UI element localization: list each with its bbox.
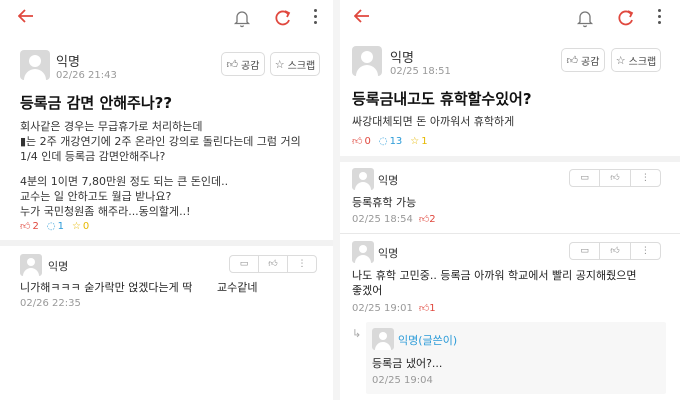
comment-meta: 02/25 18:54 👍︎2 <box>352 213 436 226</box>
comment-text: 등록휴학 가능 <box>352 196 417 209</box>
post-body-line: 회사같은 경우는 무급휴가로 처리하는데 <box>20 120 203 133</box>
comment-bubble-icon: ◌ <box>46 220 56 232</box>
avatar <box>352 168 374 190</box>
comment-actions: ▭ 👍︎ ⋮ <box>569 242 661 260</box>
star-icon: ☆ <box>410 135 420 147</box>
scrap-count: ☆ 1 <box>410 135 428 147</box>
star-icon: ☆ <box>71 220 81 232</box>
thumbs-up-icon: 👍︎ <box>418 214 430 225</box>
comment-count: ◌ 13 <box>378 135 403 147</box>
scrap-button[interactable]: ☆ 스크랩 <box>611 48 661 72</box>
post-title: 등록금 감면 안해주나?? <box>20 94 173 112</box>
top-bar <box>340 0 680 36</box>
comment-time: 02/25 19:01 <box>352 302 413 314</box>
comment-actions: ▭ 👍︎ ⋮ <box>229 255 317 273</box>
refresh-icon[interactable] <box>273 8 293 28</box>
post-time: 02/25 18:51 <box>390 66 451 77</box>
comment-like-count: 👍︎2 <box>418 214 436 225</box>
post-body-line: 1/4 인데 등록금 감면안해주나? <box>20 150 166 163</box>
post-title: 등록금내고도 휴학할수있어? <box>352 90 532 108</box>
right-screen: 익명 02/25 18:51 👍︎ 공감 ☆ 스크랩 등록금내고도 휴학할수있어… <box>340 0 680 400</box>
refresh-icon[interactable] <box>616 8 636 28</box>
comment-author: 익명 <box>378 174 399 187</box>
comment-more-button[interactable]: ⋮ <box>288 256 316 272</box>
empathy-button[interactable]: 👍︎ 공감 <box>221 52 265 76</box>
reply-button[interactable]: ▭ <box>570 170 601 186</box>
post-stats: 👍︎ 2 ◌ 1 ☆ 0 <box>20 220 90 233</box>
like-count: 👍︎ 2 <box>20 220 39 233</box>
left-screen: 익명 02/26 21:43 👍︎ 공감 ☆ 스크랩 등록금 감면 안해주나??… <box>0 0 333 400</box>
post-body-line: 4분의 1이면 7,80만원 정도 되는 큰 돈인데.. <box>20 175 229 188</box>
avatar <box>20 254 42 276</box>
more-vertical-icon[interactable] <box>656 9 662 27</box>
reply-arrow-icon: ↳ <box>352 327 362 340</box>
post-body-line: ▮는 2주 개강연기에 2주 온라인 강의로 돌린다는데 그럼 거의 <box>20 135 301 148</box>
reply-author: 익명(글쓴이) <box>398 334 458 347</box>
comment-like-button[interactable]: 👍︎ <box>259 256 288 272</box>
post-body-line: 싸강대체되면 돈 아까워서 휴학하게 <box>352 115 515 128</box>
thumbs-up-icon: 👍︎ <box>418 303 430 314</box>
scrap-button[interactable]: ☆ 스크랩 <box>270 52 320 76</box>
comment-text: 좋겠어 <box>352 284 383 297</box>
section-divider <box>340 156 680 162</box>
avatar <box>352 241 374 263</box>
post-stats: 👍︎ 0 ◌ 13 ☆ 1 <box>352 135 428 148</box>
comment-time: 02/25 18:54 <box>352 213 413 225</box>
comment-like-button[interactable]: 👍︎ <box>600 170 631 186</box>
section-divider <box>0 240 333 246</box>
comment-meta: 02/25 19:01 👍︎1 <box>352 302 436 315</box>
post-author: 익명 <box>390 51 414 66</box>
back-arrow-icon[interactable] <box>17 9 34 27</box>
reply-time: 02/25 19:04 <box>372 375 433 386</box>
comment-count: ◌ 1 <box>46 220 64 232</box>
reply-button[interactable]: ▭ <box>230 256 259 272</box>
star-icon: ☆ <box>274 57 285 71</box>
empathy-label: 공감 <box>581 56 600 68</box>
comment-like-button[interactable]: 👍︎ <box>600 243 631 259</box>
comment-actions: ▭ 👍︎ ⋮ <box>569 169 661 187</box>
comment-more-button[interactable]: ⋮ <box>631 243 660 259</box>
comment-text: 교수같네 <box>217 281 258 294</box>
reply-button[interactable]: ▭ <box>570 243 601 259</box>
empathy-label: 공감 <box>241 60 260 72</box>
post-body-line: 누가 국민청원좀 해주라...동의할게..! <box>20 205 191 218</box>
more-vertical-icon[interactable] <box>312 9 318 27</box>
thumbs-up-icon: 👍︎ <box>226 57 239 71</box>
avatar <box>372 328 394 350</box>
thumbs-up-icon: 👍︎ <box>352 136 363 147</box>
comment-text: 나도 휴학 고민중.. 등록금 아까워 학교에서 빨리 공지해줬으면 <box>352 269 637 282</box>
comment-divider <box>340 233 680 234</box>
comment-time: 02/26 22:35 <box>20 298 81 309</box>
avatar <box>352 46 382 76</box>
comment-author: 익명 <box>378 247 399 260</box>
reply-meta: 02/25 19:04 <box>372 375 433 386</box>
post-author: 익명 <box>56 55 80 70</box>
scrap-label: 스크랩 <box>287 60 316 72</box>
reply-box: 익명(글쓴이) 등록금 냈어?... 02/25 19:04 <box>366 322 666 394</box>
post-body-line: 교수는 일 안하고도 월급 받나요? <box>20 190 172 203</box>
bell-off-icon[interactable] <box>576 9 594 28</box>
star-icon: ☆ <box>615 53 626 67</box>
post-time: 02/26 21:43 <box>56 70 117 81</box>
thumbs-up-icon: 👍︎ <box>566 53 579 67</box>
comment-more-button[interactable]: ⋮ <box>631 170 660 186</box>
bell-off-icon[interactable] <box>233 9 251 28</box>
scrap-count: ☆ 0 <box>71 220 90 232</box>
comment-bubble-icon: ◌ <box>378 135 388 147</box>
avatar <box>20 50 50 80</box>
comment-like-count: 👍︎1 <box>418 303 436 314</box>
like-count: 👍︎ 0 <box>352 135 371 148</box>
back-arrow-icon[interactable] <box>353 9 370 27</box>
reply-text: 등록금 냈어?... <box>372 357 443 370</box>
comment-author: 익명 <box>48 260 69 273</box>
comment-meta: 02/26 22:35 <box>20 298 81 309</box>
comment-text: 니가해ㅋㅋㅋ 숟가락만 얹겠다는게 딱 <box>20 281 193 294</box>
scrap-label: 스크랩 <box>628 56 657 68</box>
panel-gap <box>333 0 340 400</box>
empathy-button[interactable]: 👍︎ 공감 <box>561 48 605 72</box>
thumbs-up-icon: 👍︎ <box>20 221 31 232</box>
top-bar <box>0 0 333 36</box>
